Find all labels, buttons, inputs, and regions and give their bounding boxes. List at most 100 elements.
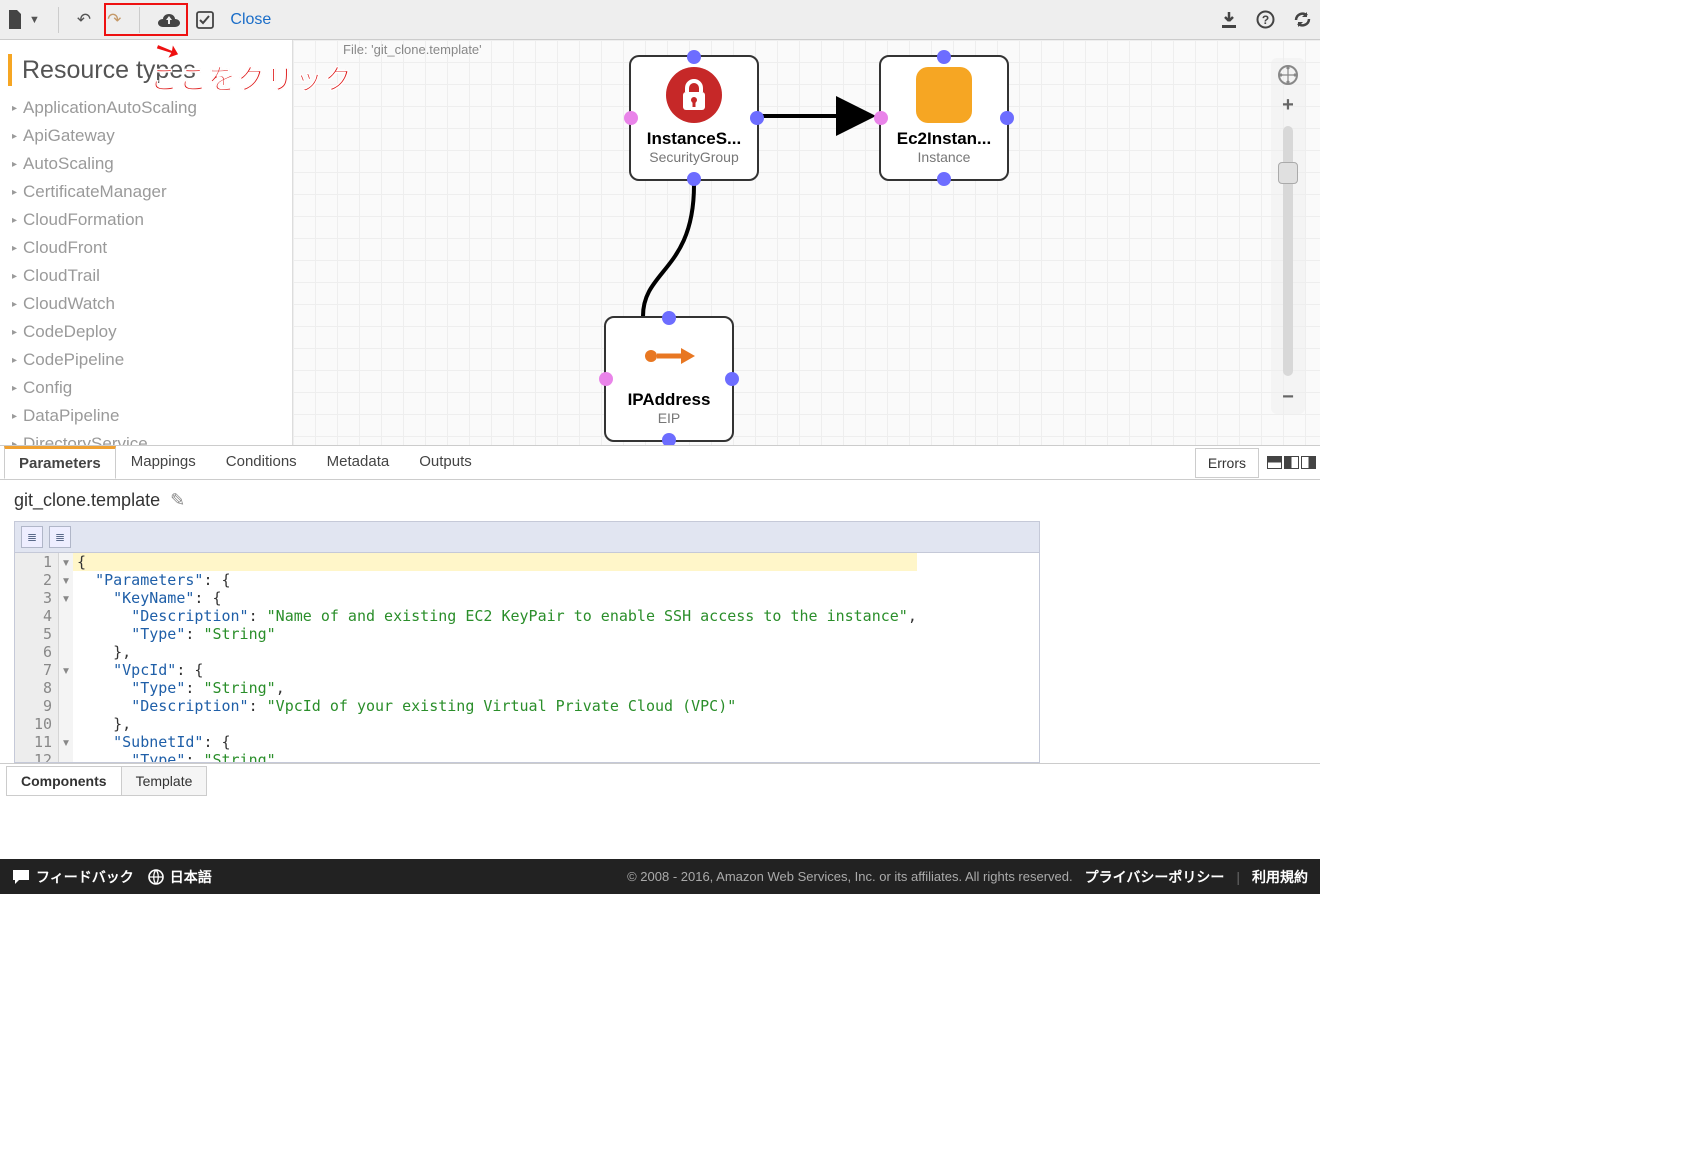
resource-type-label: AutoScaling bbox=[23, 154, 114, 174]
fold-gutter[interactable]: ▾ bbox=[59, 589, 73, 607]
fold-gutter[interactable] bbox=[59, 715, 73, 733]
port[interactable] bbox=[662, 311, 676, 325]
resource-type-item[interactable]: ▸CodePipeline bbox=[8, 346, 286, 374]
tab-parameters[interactable]: Parameters bbox=[4, 446, 116, 479]
port[interactable] bbox=[687, 50, 701, 64]
fold-gutter[interactable] bbox=[59, 607, 73, 625]
port[interactable] bbox=[599, 372, 613, 386]
fold-gutter[interactable] bbox=[59, 643, 73, 661]
zoom-slider-thumb[interactable] bbox=[1278, 162, 1298, 184]
footer-copyright: © 2008 - 2016, Amazon Web Services, Inc.… bbox=[627, 869, 1073, 884]
fold-gutter[interactable]: ▾ bbox=[59, 661, 73, 679]
node-eip[interactable]: IPAddress EIP bbox=[604, 316, 734, 442]
designer-canvas[interactable]: File: 'git_clone.template' InstanceS... … bbox=[292, 40, 1320, 445]
language-button[interactable]: 日本語 bbox=[148, 867, 212, 887]
layout-right-icon[interactable] bbox=[1301, 456, 1316, 469]
resource-type-item[interactable]: ▸DataPipeline bbox=[8, 402, 286, 430]
file-dropdown-icon[interactable]: ▼ bbox=[29, 14, 40, 26]
tab-outputs[interactable]: Outputs bbox=[404, 446, 487, 479]
refresh-icon[interactable] bbox=[1293, 10, 1312, 29]
close-button[interactable]: Close bbox=[230, 11, 271, 29]
fold-gutter[interactable] bbox=[59, 697, 73, 715]
bottom-tab-template[interactable]: Template bbox=[121, 766, 208, 796]
help-icon[interactable]: ? bbox=[1256, 10, 1275, 29]
zoom-fit-icon[interactable] bbox=[1275, 62, 1301, 88]
outdent-icon[interactable]: ≣ bbox=[21, 526, 43, 548]
redo-icon[interactable]: ↷ bbox=[107, 10, 121, 30]
resource-type-item[interactable]: ▸CertificateManager bbox=[8, 178, 286, 206]
undo-icon[interactable]: ↶ bbox=[77, 10, 91, 30]
tab-conditions[interactable]: Conditions bbox=[211, 446, 312, 479]
edit-name-icon[interactable]: ✎ bbox=[170, 490, 185, 511]
privacy-link[interactable]: プライバシーポリシー bbox=[1085, 867, 1225, 887]
tab-metadata[interactable]: Metadata bbox=[312, 446, 405, 479]
tab-mappings[interactable]: Mappings bbox=[116, 446, 211, 479]
code-line[interactable]: "Type": "String", bbox=[73, 751, 917, 763]
code-line[interactable]: }, bbox=[73, 715, 917, 733]
editor-panel: git_clone.template ✎ ≣ ≣ 1▾{2▾ "Paramete… bbox=[0, 480, 1320, 763]
code-line[interactable]: "Description": "Name of and existing EC2… bbox=[73, 607, 917, 625]
indent-icon[interactable]: ≣ bbox=[49, 526, 71, 548]
code-editor[interactable]: 1▾{2▾ "Parameters": {3▾ "KeyName": {4 "D… bbox=[14, 553, 1040, 763]
port[interactable] bbox=[937, 172, 951, 186]
cloud-upload-icon[interactable] bbox=[158, 12, 180, 28]
layout-view-icons bbox=[1267, 456, 1316, 469]
fold-gutter[interactable]: ▾ bbox=[59, 553, 73, 571]
resource-type-item[interactable]: ▸DirectoryService bbox=[8, 430, 286, 445]
fold-gutter[interactable] bbox=[59, 679, 73, 697]
node-ec2-instance[interactable]: Ec2Instan... Instance bbox=[879, 55, 1009, 181]
fold-gutter[interactable]: ▾ bbox=[59, 571, 73, 589]
zoom-in-button[interactable]: + bbox=[1275, 92, 1301, 118]
node-title: IPAddress bbox=[606, 390, 732, 410]
errors-tab[interactable]: Errors bbox=[1195, 448, 1259, 478]
port[interactable] bbox=[725, 372, 739, 386]
port[interactable] bbox=[937, 50, 951, 64]
validate-icon[interactable] bbox=[196, 11, 214, 29]
resource-type-label: ApplicationAutoScaling bbox=[23, 98, 197, 118]
resource-type-item[interactable]: ▸AutoScaling bbox=[8, 150, 286, 178]
fold-gutter[interactable] bbox=[59, 625, 73, 643]
resource-type-item[interactable]: ▸ApplicationAutoScaling bbox=[8, 94, 286, 122]
fold-gutter[interactable]: ▾ bbox=[59, 733, 73, 751]
resource-type-item[interactable]: ▸Config bbox=[8, 374, 286, 402]
code-line[interactable]: "KeyName": { bbox=[73, 589, 917, 607]
port[interactable] bbox=[750, 111, 764, 125]
feedback-button[interactable]: フィードバック bbox=[12, 867, 134, 887]
resource-type-item[interactable]: ▸CloudFormation bbox=[8, 206, 286, 234]
zoom-out-button[interactable]: − bbox=[1275, 384, 1301, 410]
node-title: InstanceS... bbox=[631, 129, 757, 149]
annotation-text: ここをクリック bbox=[150, 58, 353, 98]
resource-type-label: CloudFormation bbox=[23, 210, 144, 230]
zoom-slider-track[interactable] bbox=[1283, 126, 1293, 376]
code-line[interactable]: "Type": "String", bbox=[73, 679, 917, 697]
resource-type-item[interactable]: ▸CloudWatch bbox=[8, 290, 286, 318]
resource-type-item[interactable]: ▸CloudTrail bbox=[8, 262, 286, 290]
layout-left-icon[interactable] bbox=[1284, 456, 1299, 469]
terms-link[interactable]: 利用規約 bbox=[1252, 867, 1308, 887]
resource-type-label: DirectoryService bbox=[23, 434, 148, 445]
layout-top-icon[interactable] bbox=[1267, 456, 1282, 469]
resource-type-item[interactable]: ▸ApiGateway bbox=[8, 122, 286, 150]
resource-types-sidebar: Resource types ▸ApplicationAutoScaling▸A… bbox=[0, 40, 292, 445]
bottom-tab-components[interactable]: Components bbox=[6, 766, 122, 796]
code-line[interactable]: "Parameters": { bbox=[73, 571, 917, 589]
port[interactable] bbox=[1000, 111, 1014, 125]
fold-gutter[interactable] bbox=[59, 751, 73, 763]
node-security-group[interactable]: InstanceS... SecurityGroup bbox=[629, 55, 759, 181]
download-icon[interactable] bbox=[1220, 11, 1238, 29]
port[interactable] bbox=[874, 111, 888, 125]
file-label: File: 'git_clone.template' bbox=[343, 42, 482, 57]
resource-type-item[interactable]: ▸CloudFront bbox=[8, 234, 286, 262]
resource-type-item[interactable]: ▸CodeDeploy bbox=[8, 318, 286, 346]
sidebar-accent-bar bbox=[8, 54, 12, 86]
code-line[interactable]: "SubnetId": { bbox=[73, 733, 917, 751]
file-icon[interactable] bbox=[8, 10, 25, 29]
code-line[interactable]: }, bbox=[73, 643, 917, 661]
code-line[interactable]: "VpcId": { bbox=[73, 661, 917, 679]
port[interactable] bbox=[687, 172, 701, 186]
code-line[interactable]: "Description": "VpcId of your existing V… bbox=[73, 697, 917, 715]
code-line[interactable]: "Type": "String" bbox=[73, 625, 917, 643]
port[interactable] bbox=[624, 111, 638, 125]
resource-type-label: Config bbox=[23, 378, 72, 398]
code-line[interactable]: { bbox=[73, 553, 917, 571]
